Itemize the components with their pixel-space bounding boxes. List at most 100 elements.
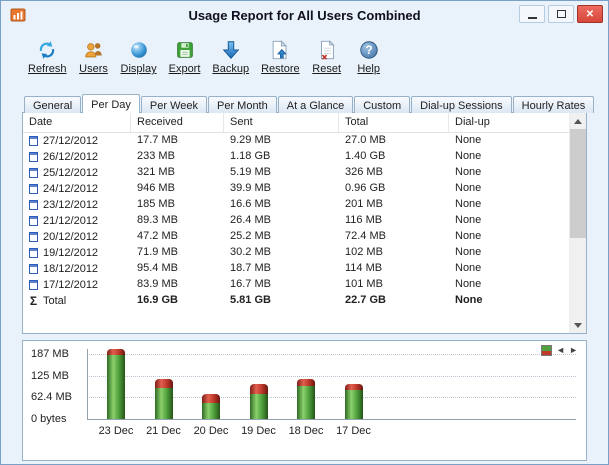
date-cell: 17/12/2012 <box>23 277 131 293</box>
x-axis-tick-label: 18 Dec <box>283 425 329 437</box>
gridline <box>87 354 576 355</box>
backup-button[interactable]: Backup <box>207 35 254 77</box>
tab-at-a-glance[interactable]: At a Glance <box>278 96 353 113</box>
calendar-icon <box>29 136 38 146</box>
table-row[interactable]: 25/12/2012321 MB5.19 MB326 MBNone <box>23 165 569 181</box>
scroll-left-arrow-icon[interactable]: ◄ <box>556 346 565 355</box>
calendar-icon <box>29 264 38 274</box>
chart-bar <box>250 384 268 419</box>
table-row[interactable]: 26/12/2012233 MB1.18 GB1.40 GBNone <box>23 149 569 165</box>
calendar-icon <box>29 216 38 226</box>
date-text: 21/12/2012 <box>43 215 98 227</box>
sent-cell: 30.2 MB <box>224 245 339 261</box>
refresh-label: Refresh <box>28 63 67 75</box>
col-header-dialup[interactable]: Dial-up <box>449 113 569 132</box>
sent-bar-segment <box>297 379 315 386</box>
table-row[interactable]: 19/12/201271.9 MB30.2 MB102 MBNone <box>23 245 569 261</box>
received-cell: 233 MB <box>131 149 224 165</box>
received-bar-segment <box>155 388 173 419</box>
y-axis-tick-label: 0 bytes <box>31 413 66 425</box>
y-axis-line <box>87 349 88 419</box>
minimize-button[interactable] <box>519 5 545 23</box>
tab-hourly-rates[interactable]: Hourly Rates <box>513 96 595 113</box>
chart-bar <box>202 394 220 419</box>
total-dialup-cell: None <box>449 293 569 309</box>
sent-cell: 1.18 GB <box>224 149 339 165</box>
y-axis-tick-label: 125 MB <box>31 370 69 382</box>
display-button[interactable]: Display <box>116 35 162 77</box>
table-row[interactable]: 17/12/2012 83.9 MB16.7 MB101 MBNone <box>23 277 569 293</box>
calendar-icon <box>29 152 38 162</box>
sent-cell: 18.7 MB <box>224 261 339 277</box>
tab-per-day[interactable]: Per Day <box>82 94 140 113</box>
dialup-cell: None <box>449 277 569 293</box>
export-button[interactable]: Export <box>164 35 206 77</box>
col-header-received[interactable]: Received <box>131 113 224 132</box>
table-row[interactable]: 18/12/201295.4 MB18.7 MB114 MBNone <box>23 261 569 277</box>
window-controls: ✕ <box>519 5 603 23</box>
tab-general[interactable]: General <box>24 96 81 113</box>
col-header-date[interactable]: Date <box>23 113 131 132</box>
table-scrollbar[interactable] <box>569 113 586 333</box>
dialup-cell: None <box>449 181 569 197</box>
restore-icon <box>269 38 291 62</box>
sent-cell: 16.7 MB <box>224 277 339 293</box>
close-button[interactable]: ✕ <box>577 5 603 23</box>
backup-icon <box>220 38 242 62</box>
total-cell: 101 MB <box>339 277 449 293</box>
date-text: 18/12/2012 <box>43 263 98 275</box>
table-row[interactable]: 21/12/201289.3 MB26.4 MB116 MBNone <box>23 213 569 229</box>
scroll-down-button[interactable] <box>570 317 586 333</box>
scrollbar-thumb[interactable] <box>570 129 586 238</box>
scroll-right-arrow-icon[interactable]: ► <box>569 346 578 355</box>
total-received-cell: 16.9 GB <box>131 293 224 309</box>
col-header-sent[interactable]: Sent <box>224 113 339 132</box>
tab-dial-up-sessions[interactable]: Dial-up Sessions <box>411 96 512 113</box>
chart-bar <box>345 384 363 419</box>
usage-table: Date Received Sent Total Dial-up 27/12/2… <box>23 113 569 333</box>
close-icon: ✕ <box>586 9 594 20</box>
y-axis-tick-label: 62.4 MB <box>31 391 72 403</box>
svg-text:?: ? <box>365 43 372 57</box>
date-text: 20/12/2012 <box>43 231 98 243</box>
dialup-cell: None <box>449 261 569 277</box>
date-text: 19/12/2012 <box>43 247 98 259</box>
dialup-cell: None <box>449 133 569 149</box>
reset-button[interactable]: Reset <box>307 35 347 77</box>
display-icon <box>128 38 150 62</box>
calendar-icon <box>29 232 38 242</box>
sent-bar-segment <box>202 394 220 403</box>
users-label: Users <box>79 63 108 75</box>
help-button[interactable]: ? Help <box>349 35 389 77</box>
table-total-row[interactable]: ΣTotal16.9 GB5.81 GB22.7 GBNone <box>23 293 569 309</box>
received-cell: 71.9 MB <box>131 245 224 261</box>
table-row[interactable]: 24/12/2012946 MB39.9 MB0.96 GBNone <box>23 181 569 197</box>
restore-button[interactable]: Restore <box>256 35 305 77</box>
users-icon <box>83 38 105 62</box>
received-cell: 83.9 MB <box>131 277 224 293</box>
table-row[interactable]: 20/12/201247.2 MB25.2 MB72.4 MBNone <box>23 229 569 245</box>
received-bar-segment <box>202 403 220 419</box>
date-text: 17/12/2012 <box>43 279 98 291</box>
refresh-button[interactable]: Refresh <box>23 35 72 77</box>
tab-custom[interactable]: Custom <box>354 96 410 113</box>
scrollbar-track[interactable] <box>570 129 586 317</box>
bar-chart: 187 MB125 MB62.4 MB0 bytes23 Dec21 Dec20… <box>23 341 586 460</box>
users-button[interactable]: Users <box>74 35 114 77</box>
tab-per-week[interactable]: Per Week <box>141 96 207 113</box>
total-cell: 326 MB <box>339 165 449 181</box>
tab-per-month[interactable]: Per Month <box>208 96 277 113</box>
chart-bar <box>297 379 315 419</box>
scroll-up-button[interactable] <box>570 113 586 129</box>
x-axis-line <box>87 419 576 420</box>
table-row[interactable]: 23/12/2012185 MB16.6 MB201 MBNone <box>23 197 569 213</box>
usage-report-window: Usage Report for All Users Combined ✕ Re… <box>0 0 609 465</box>
gridline <box>87 376 576 377</box>
table-row[interactable]: 27/12/201217.7 MB9.29 MB27.0 MBNone <box>23 133 569 149</box>
maximize-button[interactable] <box>548 5 574 23</box>
usage-chart-panel: 187 MB125 MB62.4 MB0 bytes23 Dec21 Dec20… <box>22 340 587 461</box>
content-area: General Per Day Per Week Per Month At a … <box>1 94 608 461</box>
date-cell: 25/12/2012 <box>23 165 131 181</box>
sent-cell: 25.2 MB <box>224 229 339 245</box>
col-header-total[interactable]: Total <box>339 113 449 132</box>
